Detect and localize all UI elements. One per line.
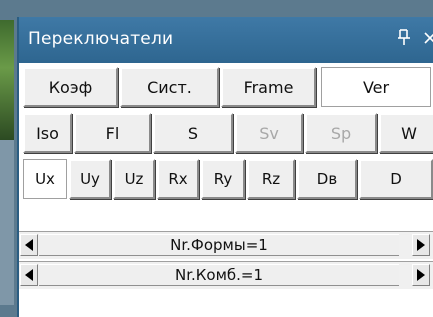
arrow-right-icon <box>417 269 425 281</box>
combination-selector: Nr.Комб.=1 <box>19 261 433 289</box>
arrow-right-icon <box>417 239 425 251</box>
uy-button[interactable]: Uy <box>69 159 111 199</box>
dv-button[interactable]: Dв <box>297 159 357 199</box>
fl-button[interactable]: Fl <box>74 113 151 153</box>
coef-button[interactable]: Коэф <box>23 67 118 107</box>
uz-button[interactable]: Uz <box>113 159 155 199</box>
iso-button[interactable]: Iso <box>23 113 72 153</box>
ry-button[interactable]: Ry <box>201 159 245 199</box>
mode-shape-selector: Nr.Формы=1 <box>19 231 433 259</box>
background-window-edge-lower <box>0 140 14 305</box>
panel-title: Переключатели <box>28 29 174 49</box>
close-icon[interactable] <box>423 28 433 48</box>
mode-shape-value: Nr.Формы=1 <box>39 234 399 256</box>
arrow-left-icon <box>25 269 33 281</box>
panel-titlebar[interactable]: Переключатели <box>19 17 433 63</box>
switches-panel: Переключатели Коэф Сист. Frame Ver Iso F… <box>17 17 433 317</box>
arrow-left-icon <box>25 239 33 251</box>
sp-button[interactable]: Sp <box>305 113 377 153</box>
mode-button-row: Коэф Сист. Frame Ver <box>19 65 433 109</box>
mode-next-button[interactable] <box>412 234 430 256</box>
system-button[interactable]: Сист. <box>120 67 219 107</box>
combination-value: Nr.Комб.=1 <box>39 264 399 286</box>
mode-prev-button[interactable] <box>20 234 38 256</box>
pin-icon[interactable] <box>397 28 415 48</box>
rz-button[interactable]: Rz <box>247 159 295 199</box>
frame-button[interactable]: Frame <box>221 67 316 107</box>
display-button-row: Iso Fl S Sv Sp W <box>19 111 433 155</box>
sv-button[interactable]: Sv <box>235 113 303 153</box>
d-button[interactable]: D <box>359 159 433 199</box>
ux-button[interactable]: Ux <box>23 159 67 199</box>
background-window-edge <box>0 20 14 140</box>
ver-button[interactable]: Ver <box>321 67 431 107</box>
component-button-row: Ux Uy Uz Rx Ry Rz Dв D <box>19 157 433 201</box>
w-button[interactable]: W <box>379 113 433 153</box>
combination-next-button[interactable] <box>412 264 430 286</box>
s-button[interactable]: S <box>153 113 233 153</box>
combination-prev-button[interactable] <box>20 264 38 286</box>
rx-button[interactable]: Rx <box>157 159 199 199</box>
